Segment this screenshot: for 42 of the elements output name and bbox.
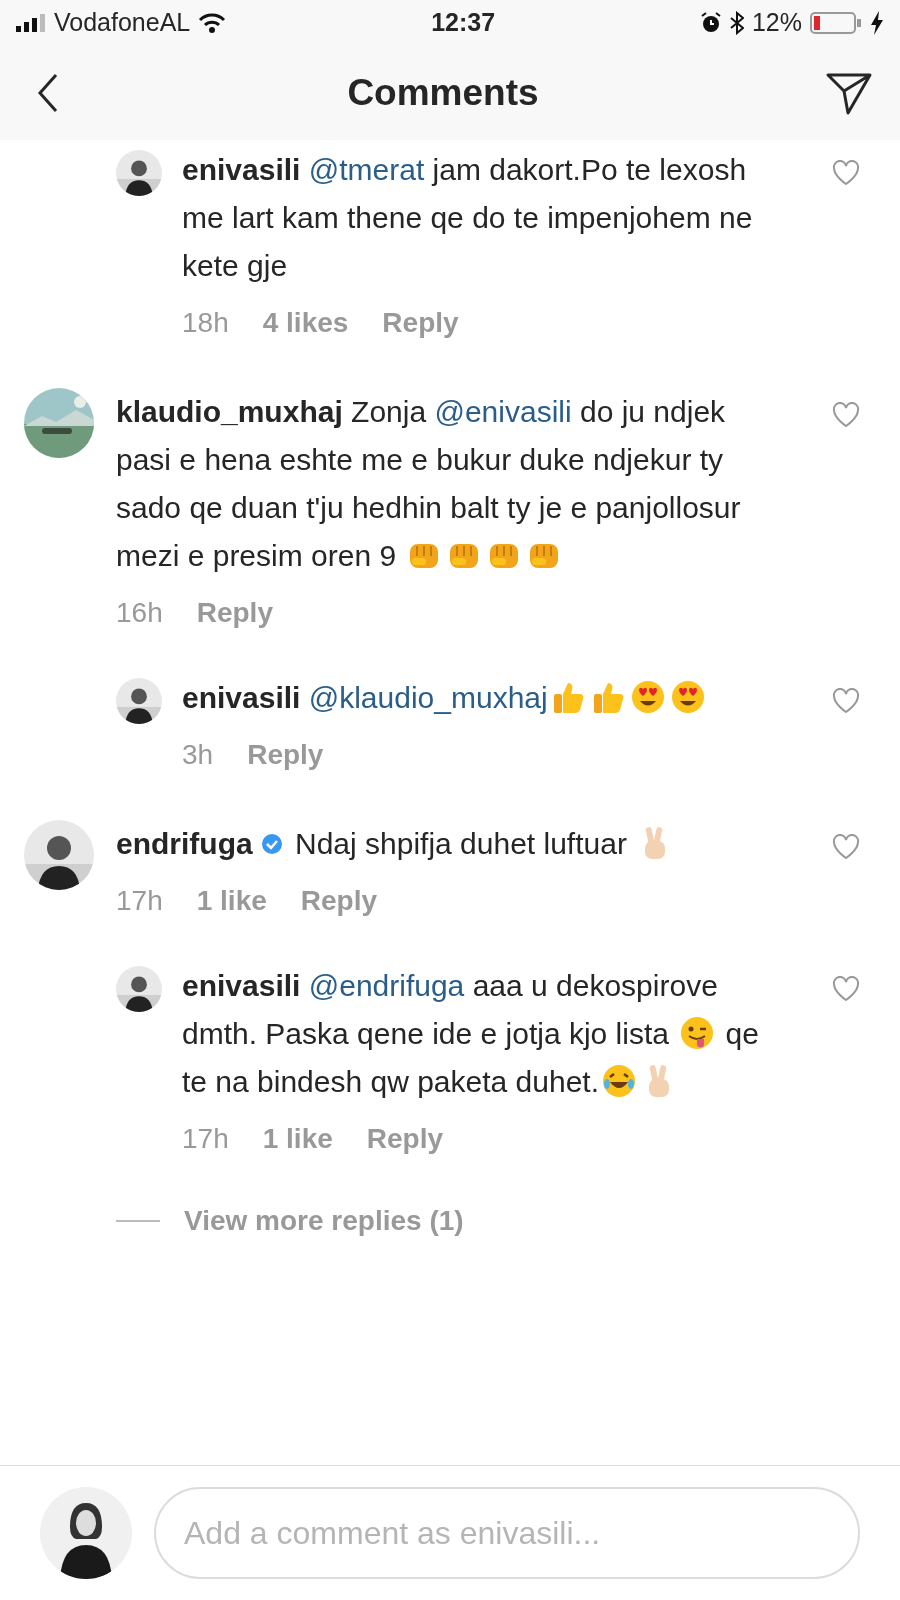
comment-text: klaudio_muxhaj Zonja @enivasili do ju ndjek pasi e hena eshte me e bukur duke ndjekur ty sado qe duan t'ju hedhin balt ty je e panjollosur mezi e presim oren 9 xyxy=(116,394,742,574)
heart-icon[interactable] xyxy=(832,160,860,186)
back-icon xyxy=(36,73,60,113)
comment-text: enivasili @tmerat jam dakort.Po te lexosh me lart kam thene qe do te impenjohem ne kete gje xyxy=(182,152,754,284)
username-link[interactable]: enivasili xyxy=(182,681,301,714)
username-link[interactable]: enivasili xyxy=(182,969,301,1002)
bluetooth-icon xyxy=(729,11,744,35)
heart-eyes-emoji-icon xyxy=(630,680,665,714)
carrier-name: VodafoneAL xyxy=(54,7,191,39)
page-title: Comments xyxy=(347,71,539,116)
back-button[interactable] xyxy=(36,73,60,113)
comment-time: 17h xyxy=(116,884,163,918)
wifi-icon xyxy=(198,13,227,33)
username-link[interactable]: enivasili xyxy=(182,153,301,186)
heart-icon[interactable] xyxy=(832,402,860,428)
charging-icon xyxy=(870,11,884,35)
signal-icon xyxy=(16,14,46,32)
battery-icon xyxy=(810,12,862,34)
battery-percent: 12% xyxy=(751,7,802,39)
mention-link[interactable]: @enivasili xyxy=(434,395,572,428)
share-button[interactable] xyxy=(826,71,872,115)
mention-link[interactable]: @klaudio_muxhaj xyxy=(308,681,548,714)
comment-time: 18h xyxy=(182,306,229,340)
mention-link[interactable]: @endrifuga xyxy=(308,969,465,1002)
paper-plane-icon xyxy=(826,71,872,115)
heart-eyes-emoji-icon xyxy=(670,680,705,714)
comment-text: enivasili @endrifuga aaa u dekospirove dmth. Paska qene ide e jotja kjo lista qe te na bindesh qw paketa duhet. xyxy=(182,968,760,1100)
comment-input[interactable]: Add a comment as enivasili... xyxy=(154,1487,860,1579)
mention-link[interactable]: @tmerat xyxy=(308,153,425,186)
status-time: 12:37 xyxy=(431,7,496,39)
comment-text: endrifuga Ndaj shpifja duhet luftuar xyxy=(116,820,776,868)
winking-tongue-emoji-icon xyxy=(680,1016,715,1050)
comment-time: 16h xyxy=(116,596,163,630)
username-link[interactable]: klaudio_muxhaj xyxy=(116,395,343,428)
alarm-icon xyxy=(699,12,722,34)
comment-time: 17h xyxy=(182,1122,229,1156)
heart-icon[interactable] xyxy=(832,834,860,860)
heart-icon[interactable] xyxy=(832,976,860,1002)
username-link[interactable]: endrifuga xyxy=(116,827,253,860)
heart-icon[interactable] xyxy=(832,688,860,714)
tears-of-joy-emoji-icon xyxy=(602,1064,636,1098)
comment-time: 3h xyxy=(182,738,214,772)
